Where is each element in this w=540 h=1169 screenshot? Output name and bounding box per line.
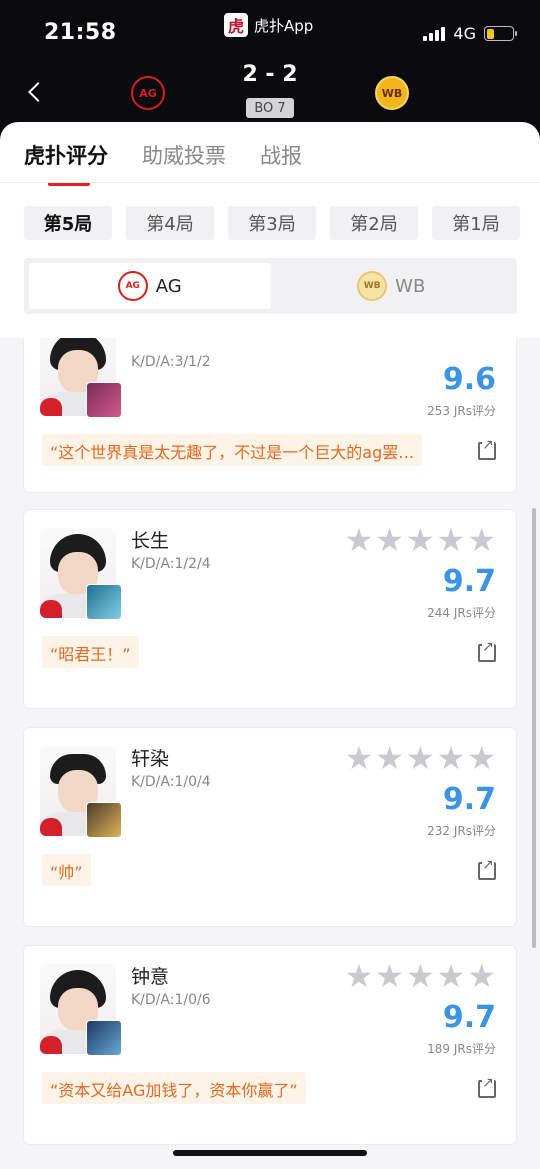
team-switch: AG AG WB WB [24,258,517,314]
home-indicator[interactable] [173,1150,367,1156]
player-kda: K/D/A:1/2/4 [131,556,211,572]
top-comment[interactable]: “帅” [42,854,91,886]
match-score: 2 - 2 [242,62,298,87]
hero-icon [86,802,122,838]
player-name: 长生 [131,530,170,552]
player-votes: 189 JRs评分 [427,1042,496,1056]
game-tab-2[interactable]: 第2局 [330,206,418,240]
star-icon[interactable]: ★ [437,960,466,992]
game-tab-4[interactable]: 第4局 [126,206,214,240]
star-icon[interactable]: ★ [345,524,374,556]
match-header: 21:58 虎 虎扑App 4G AG 2 - 2 BO 7 WB [0,0,540,140]
game-tab-5[interactable]: 第5局 [24,206,112,240]
star-icon[interactable]: ★ [406,960,435,992]
top-comment[interactable]: “昭君王！” [42,636,139,668]
player-kda: K/D/A:1/0/4 [131,774,211,790]
content-sheet: 虎扑评分 助威投票 战报 第5局 第4局 第3局 第2局 第1局 AG AG W… [0,122,540,1169]
game-tabs: 第5局 第4局 第3局 第2局 第1局 [24,206,520,240]
star-icon[interactable]: ★ [375,742,404,774]
player-card[interactable]: 轩染 K/D/A:1/0/4 ★ ★ ★ ★ ★ 9.7 232 JRs评分 “帅” [24,728,516,926]
player-list[interactable]: K/D/A:3/1/2 9.6 253 JRs评分 “这个世界真是太无趣了，不过… [0,338,540,1169]
team-tab-ag[interactable]: AG AG [29,263,271,309]
player-rating: 9.6 [442,362,496,397]
tab-hupu-rating[interactable]: 虎扑评分 [24,140,108,186]
star-icon[interactable]: ★ [467,524,496,556]
star-icon[interactable]: ★ [375,524,404,556]
player-votes: 244 JRs评分 [427,606,496,620]
star-icon[interactable]: ★ [467,960,496,992]
share-icon[interactable] [478,858,496,880]
game-tab-3[interactable]: 第3局 [228,206,316,240]
battery-icon [484,26,517,41]
share-icon[interactable] [478,438,496,460]
share-icon[interactable] [478,640,496,662]
star-rating-input[interactable]: ★ ★ ★ ★ ★ [345,524,496,556]
tabs-divider [0,182,540,183]
ag-logo-icon: AG [117,271,148,301]
player-name: 轩染 [131,748,170,770]
star-icon[interactable]: ★ [437,524,466,556]
hero-icon [86,1020,122,1056]
status-icons: 4G [423,24,517,43]
star-icon[interactable]: ★ [406,742,435,774]
game-tab-1[interactable]: 第1局 [432,206,520,240]
star-icon[interactable]: ★ [345,960,374,992]
star-rating-input[interactable]: ★ ★ ★ ★ ★ [345,960,496,992]
star-icon[interactable]: ★ [406,524,435,556]
status-time: 21:58 [44,20,117,45]
tab-report[interactable]: 战报 [260,140,302,170]
team-tab-wb[interactable]: WB WB [271,263,513,309]
player-kda: K/D/A:1/0/6 [131,992,211,1008]
star-rating-input[interactable]: ★ ★ ★ ★ ★ [345,742,496,774]
player-votes: 253 JRs评分 [427,404,496,418]
app-indicator: 虎 虎扑App [224,12,313,38]
tab-cheer-vote[interactable]: 助威投票 [142,140,226,170]
top-comment[interactable]: “资本又给AG加钱了，资本你赢了” [42,1072,306,1104]
network-label: 4G [453,24,476,43]
player-rating: 9.7 [442,564,496,599]
player-votes: 232 JRs评分 [427,824,496,838]
star-icon[interactable]: ★ [345,742,374,774]
main-tabs: 虎扑评分 助威投票 战报 [24,140,302,186]
signal-icon [423,26,446,41]
player-name: 钟意 [131,966,170,988]
team-tab-label: AG [155,275,182,297]
player-card[interactable]: 长生 K/D/A:1/2/4 ★ ★ ★ ★ ★ 9.7 244 JRs评分 “昭君王！… [24,510,516,708]
hero-icon [86,382,122,418]
team-right-logo[interactable]: WB [375,76,409,110]
hupu-logo-icon: 虎 [224,13,248,37]
star-icon[interactable]: ★ [375,960,404,992]
share-icon[interactable] [478,1076,496,1098]
scrollbar[interactable] [532,508,536,948]
star-icon[interactable]: ★ [437,742,466,774]
player-rating: 9.7 [442,1000,496,1035]
match-format-badge: BO 7 [246,98,294,118]
player-kda: K/D/A:3/1/2 [131,354,211,370]
player-card[interactable]: K/D/A:3/1/2 9.6 253 JRs评分 “这个世界真是太无趣了，不过… [24,338,516,492]
hero-icon [86,584,122,620]
player-rating: 9.7 [442,782,496,817]
app-name: 虎扑App [254,16,314,35]
player-card[interactable]: 钟意 K/D/A:1/0/6 ★ ★ ★ ★ ★ 9.7 189 JRs评分 “资本又给… [24,946,516,1144]
star-icon[interactable]: ★ [467,742,496,774]
wb-logo-icon: WB [357,271,388,301]
team-tab-label: WB [395,275,426,297]
top-comment[interactable]: “这个世界真是太无趣了，不过是一个巨大的ag罢… [42,434,423,466]
